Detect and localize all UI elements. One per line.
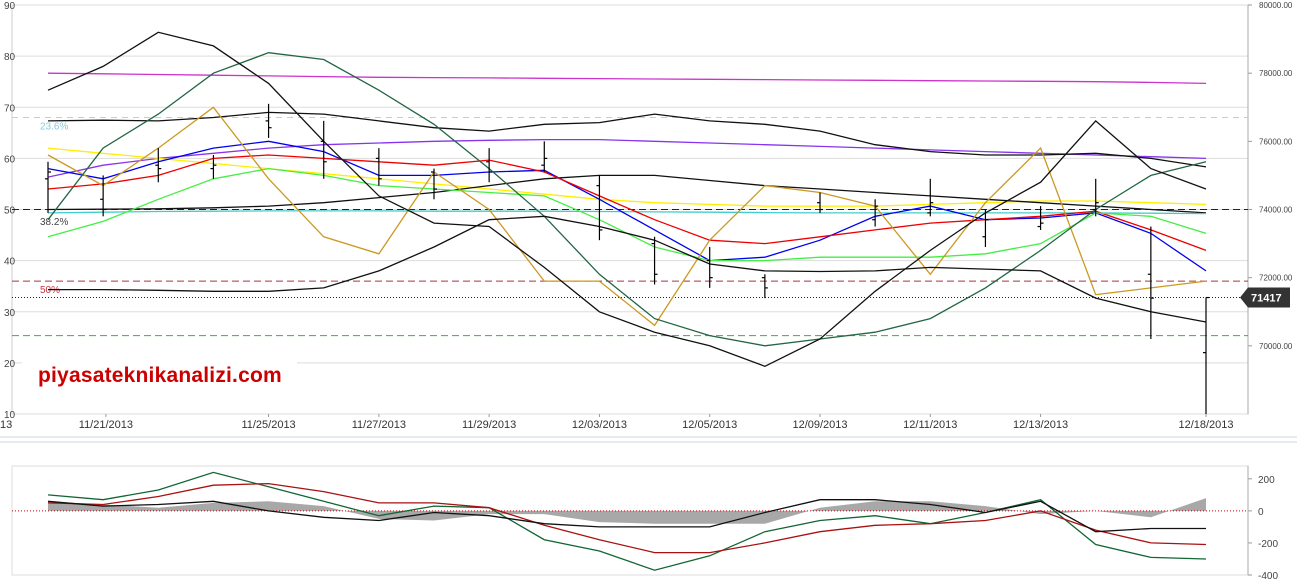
left-axis-tick-label: 60 — [4, 154, 16, 165]
fib-level-label: 50% — [40, 285, 60, 296]
right-axis-tick-label: 70000.00 — [1259, 342, 1293, 351]
fib-level-label: 23.6% — [40, 121, 68, 132]
x-axis-tick-label: 12/11/2013 — [903, 419, 957, 431]
x-axis-tick-label: 11/21/2013 — [79, 419, 133, 431]
x-axis-tick-label: 11/29/2013 — [462, 419, 516, 431]
left-axis-tick-label: 80 — [4, 52, 16, 63]
right-axis-tick-label: 78000.00 — [1259, 69, 1293, 78]
chart-svg: 10203040506070809070000.0072000.0074000.… — [0, 0, 1297, 582]
fib-level-label: 38.2% — [40, 217, 68, 228]
left-axis-tick-label: 90 — [4, 1, 16, 12]
x-axis-tick-label: 11/27/2013 — [352, 419, 406, 431]
watermark-text: piyasateknikanalizi.com — [38, 364, 282, 387]
right-axis-tick-label: 72000.00 — [1259, 274, 1293, 283]
x-axis-tick-label: 12/09/2013 — [792, 419, 847, 431]
price-tag: 71417 — [1240, 287, 1290, 308]
x-axis-tick-label: 12/18/2013 — [1178, 419, 1233, 431]
left-axis-tick-label: 70 — [4, 103, 16, 114]
chart-area: 10 20 30 40 50 60 70 80 90 70000.00 72000.00 74000.… — [0, 0, 1297, 582]
watermark-box: piyasateknikanalizi.com — [22, 352, 297, 402]
x-axis-tick-label: 12/05/2013 — [682, 419, 737, 431]
x-axis-tick-label: 13 — [0, 419, 12, 431]
price-tag-label: 71417 — [1251, 293, 1282, 305]
right-axis-tick-label: 74000.00 — [1259, 206, 1293, 215]
osc-axis-tick-label: 0 — [1258, 507, 1264, 518]
x-axis-tick-label: 11/25/2013 — [241, 419, 295, 431]
osc-axis-tick-label: -400 — [1258, 571, 1278, 582]
left-axis-tick-label: 30 — [4, 308, 16, 319]
left-axis-tick-label: 20 — [4, 359, 16, 370]
osc-axis-tick-label: -200 — [1258, 539, 1278, 550]
left-axis-tick-label: 50 — [4, 206, 16, 217]
x-axis-tick-label: 12/13/2013 — [1013, 419, 1068, 431]
x-axis-tick-label: 12/03/2013 — [572, 419, 627, 431]
left-axis-tick-label: 40 — [4, 257, 16, 268]
osc-axis-tick-label: 200 — [1258, 475, 1275, 486]
right-axis-tick-label: 76000.00 — [1259, 137, 1293, 146]
right-axis-tick-label: 80000.00 — [1259, 1, 1293, 10]
